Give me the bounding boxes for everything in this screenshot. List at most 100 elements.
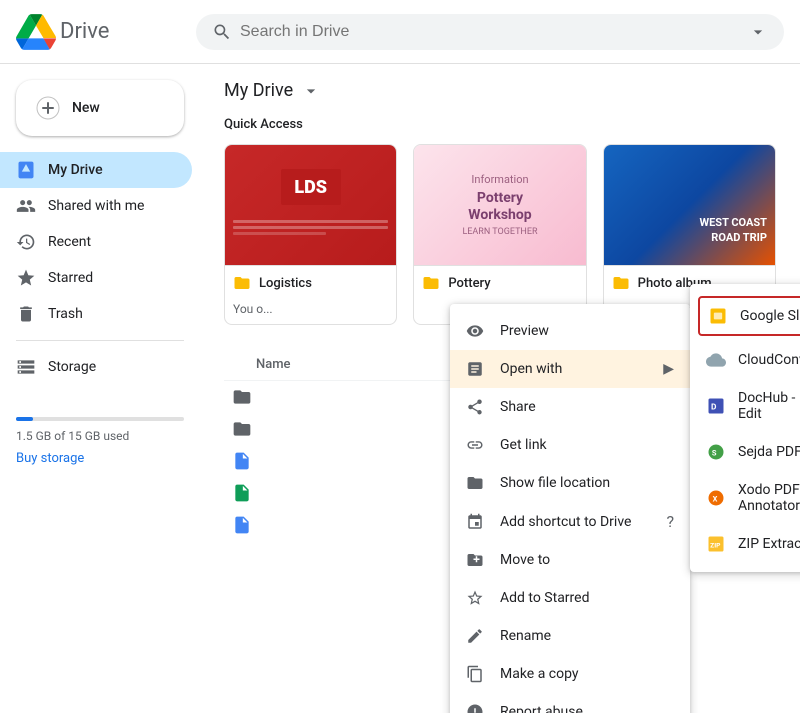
sub-item-zip-label: ZIP Extractor: [738, 536, 800, 552]
storage-used-text: 1.5 GB of 15 GB used: [16, 429, 184, 443]
ctx-report-abuse-label: Report abuse: [500, 704, 583, 713]
quick-access-label: Quick Access: [224, 117, 776, 132]
folder-icon-2: [232, 419, 252, 439]
share-icon: [466, 398, 484, 416]
storage-fill: [16, 417, 33, 421]
storage-bar: [16, 417, 184, 421]
sidebar-item-recent-label: Recent: [48, 234, 91, 250]
sub-item-google-slides[interactable]: Google Slides: [698, 296, 800, 336]
quick-card-thumb-pottery: Information PotteryWorkshop LEARN TOGETH…: [414, 145, 585, 265]
shortcut-question-icon: ?: [666, 512, 674, 531]
buy-storage-link[interactable]: Buy storage: [16, 451, 184, 466]
ctx-add-shortcut[interactable]: Add shortcut to Drive ?: [450, 502, 690, 541]
sub-item-cloudconvert-label: CloudConvert: [738, 352, 800, 368]
main-layout: New My Drive Shared with me: [0, 64, 800, 713]
xodo-icon: X: [706, 488, 726, 508]
sidebar-item-shared-label: Shared with me: [48, 198, 144, 214]
docuhub-icon: D: [706, 396, 726, 416]
main-content: My Drive Quick Access LDS: [200, 64, 800, 713]
link-icon: [466, 436, 484, 454]
quick-card-thumb-photo: WEST COASTROAD TRIP: [604, 145, 775, 265]
ctx-share-label: Share: [500, 399, 536, 415]
eye-icon: [466, 322, 484, 340]
photo-thumb-text: WEST COASTROAD TRIP: [699, 216, 767, 245]
svg-text:X: X: [713, 494, 718, 503]
sub-menu-open-with: Google Slides CloudConvert D DocHub - PD…: [690, 284, 800, 572]
doc-icon-5: [232, 515, 252, 535]
cloud-icon: [706, 350, 726, 370]
location-icon: [466, 474, 484, 492]
ctx-show-location[interactable]: Show file location: [450, 464, 690, 502]
star-icon: [16, 268, 36, 288]
sub-item-xodo[interactable]: X Xodo PDF Reader & Annotator: [690, 472, 800, 524]
move-icon: [466, 551, 484, 569]
ctx-add-starred-label: Add to Starred: [500, 590, 589, 606]
sidebar-storage-label: Storage: [48, 359, 96, 375]
ctx-add-shortcut-label: Add shortcut to Drive: [500, 514, 631, 530]
app-header: Drive: [0, 0, 800, 64]
svg-text:S: S: [712, 448, 717, 457]
rename-icon: [466, 627, 484, 645]
plus-icon: [36, 96, 60, 120]
sidebar-item-storage[interactable]: Storage: [0, 349, 192, 385]
storage-info: 1.5 GB of 15 GB used Buy storage: [0, 393, 200, 482]
quick-card-name-logistics: Logistics: [259, 276, 312, 291]
ctx-preview-label: Preview: [500, 323, 549, 339]
sidebar-item-shared[interactable]: Shared with me: [0, 188, 192, 224]
sejda-icon: S: [706, 442, 726, 462]
ctx-get-link-label: Get link: [500, 437, 547, 453]
doc-icon-3: [232, 451, 252, 471]
sidebar-item-trash[interactable]: Trash: [0, 296, 192, 332]
ctx-rename[interactable]: Rename: [450, 617, 690, 655]
open-with-chevron-icon: ▶: [663, 361, 674, 377]
sub-item-docuhub-label: DocHub - PDF Sign and Edit: [738, 390, 800, 422]
slides-icon: [708, 306, 728, 326]
dropdown-arrow-icon[interactable]: [301, 81, 321, 101]
sub-item-zip[interactable]: ZIP ZIP Extractor: [690, 524, 800, 564]
my-drive-header: My Drive: [224, 80, 776, 101]
sidebar: New My Drive Shared with me: [0, 64, 200, 713]
sub-item-sejda[interactable]: S Sejda PDF: [690, 432, 800, 472]
folder-shared-icon-1: [232, 387, 252, 407]
quick-card-info-logistics: Logistics: [225, 265, 396, 300]
sub-item-sejda-label: Sejda PDF: [738, 444, 800, 460]
new-button[interactable]: New: [16, 80, 184, 136]
trash-icon: [16, 304, 36, 324]
ctx-make-copy[interactable]: Make a copy: [450, 655, 690, 693]
ctx-open-with[interactable]: Open with ▶: [450, 350, 690, 388]
sidebar-item-my-drive[interactable]: My Drive: [0, 152, 192, 188]
search-input[interactable]: [240, 23, 740, 41]
quick-card-pottery[interactable]: Information PotteryWorkshop LEARN TOGETH…: [413, 144, 586, 325]
shared-icon: [16, 196, 36, 216]
report-icon: [466, 703, 484, 713]
search-dropdown-icon[interactable]: [748, 22, 768, 42]
my-drive-title: My Drive: [224, 80, 293, 101]
ctx-share[interactable]: Share: [450, 388, 690, 426]
ctx-report-abuse[interactable]: Report abuse: [450, 693, 690, 713]
ctx-rename-label: Rename: [500, 628, 551, 644]
svg-text:D: D: [711, 402, 717, 412]
sidebar-item-recent[interactable]: Recent: [0, 224, 192, 260]
context-menu: Preview Open with ▶ Share: [450, 304, 690, 713]
ctx-get-link[interactable]: Get link: [450, 426, 690, 464]
sidebar-item-starred-label: Starred: [48, 270, 93, 286]
ctx-make-copy-label: Make a copy: [500, 666, 579, 682]
sidebar-item-starred[interactable]: Starred: [0, 260, 192, 296]
quick-card-thumb-logistics: LDS: [225, 145, 396, 265]
ctx-open-with-label: Open with: [500, 361, 562, 377]
sub-item-cloudconvert[interactable]: CloudConvert: [690, 340, 800, 380]
new-button-label: New: [72, 100, 100, 116]
copy-icon: [466, 665, 484, 683]
quick-card-info-pottery: Pottery: [414, 265, 585, 300]
sub-item-slides-label: Google Slides: [740, 308, 800, 324]
quick-card-logistics[interactable]: LDS Logistics You o...: [224, 144, 397, 325]
ctx-add-starred[interactable]: Add to Starred: [450, 579, 690, 617]
folder-icon-pottery: [422, 274, 440, 292]
sidebar-item-trash-label: Trash: [48, 306, 83, 322]
ctx-move-to[interactable]: Move to: [450, 541, 690, 579]
sheets-icon-4: [232, 483, 252, 503]
sub-item-docuhub[interactable]: D DocHub - PDF Sign and Edit: [690, 380, 800, 432]
search-bar[interactable]: [196, 14, 784, 50]
shortcut-icon: [466, 513, 484, 531]
ctx-preview[interactable]: Preview: [450, 312, 690, 350]
